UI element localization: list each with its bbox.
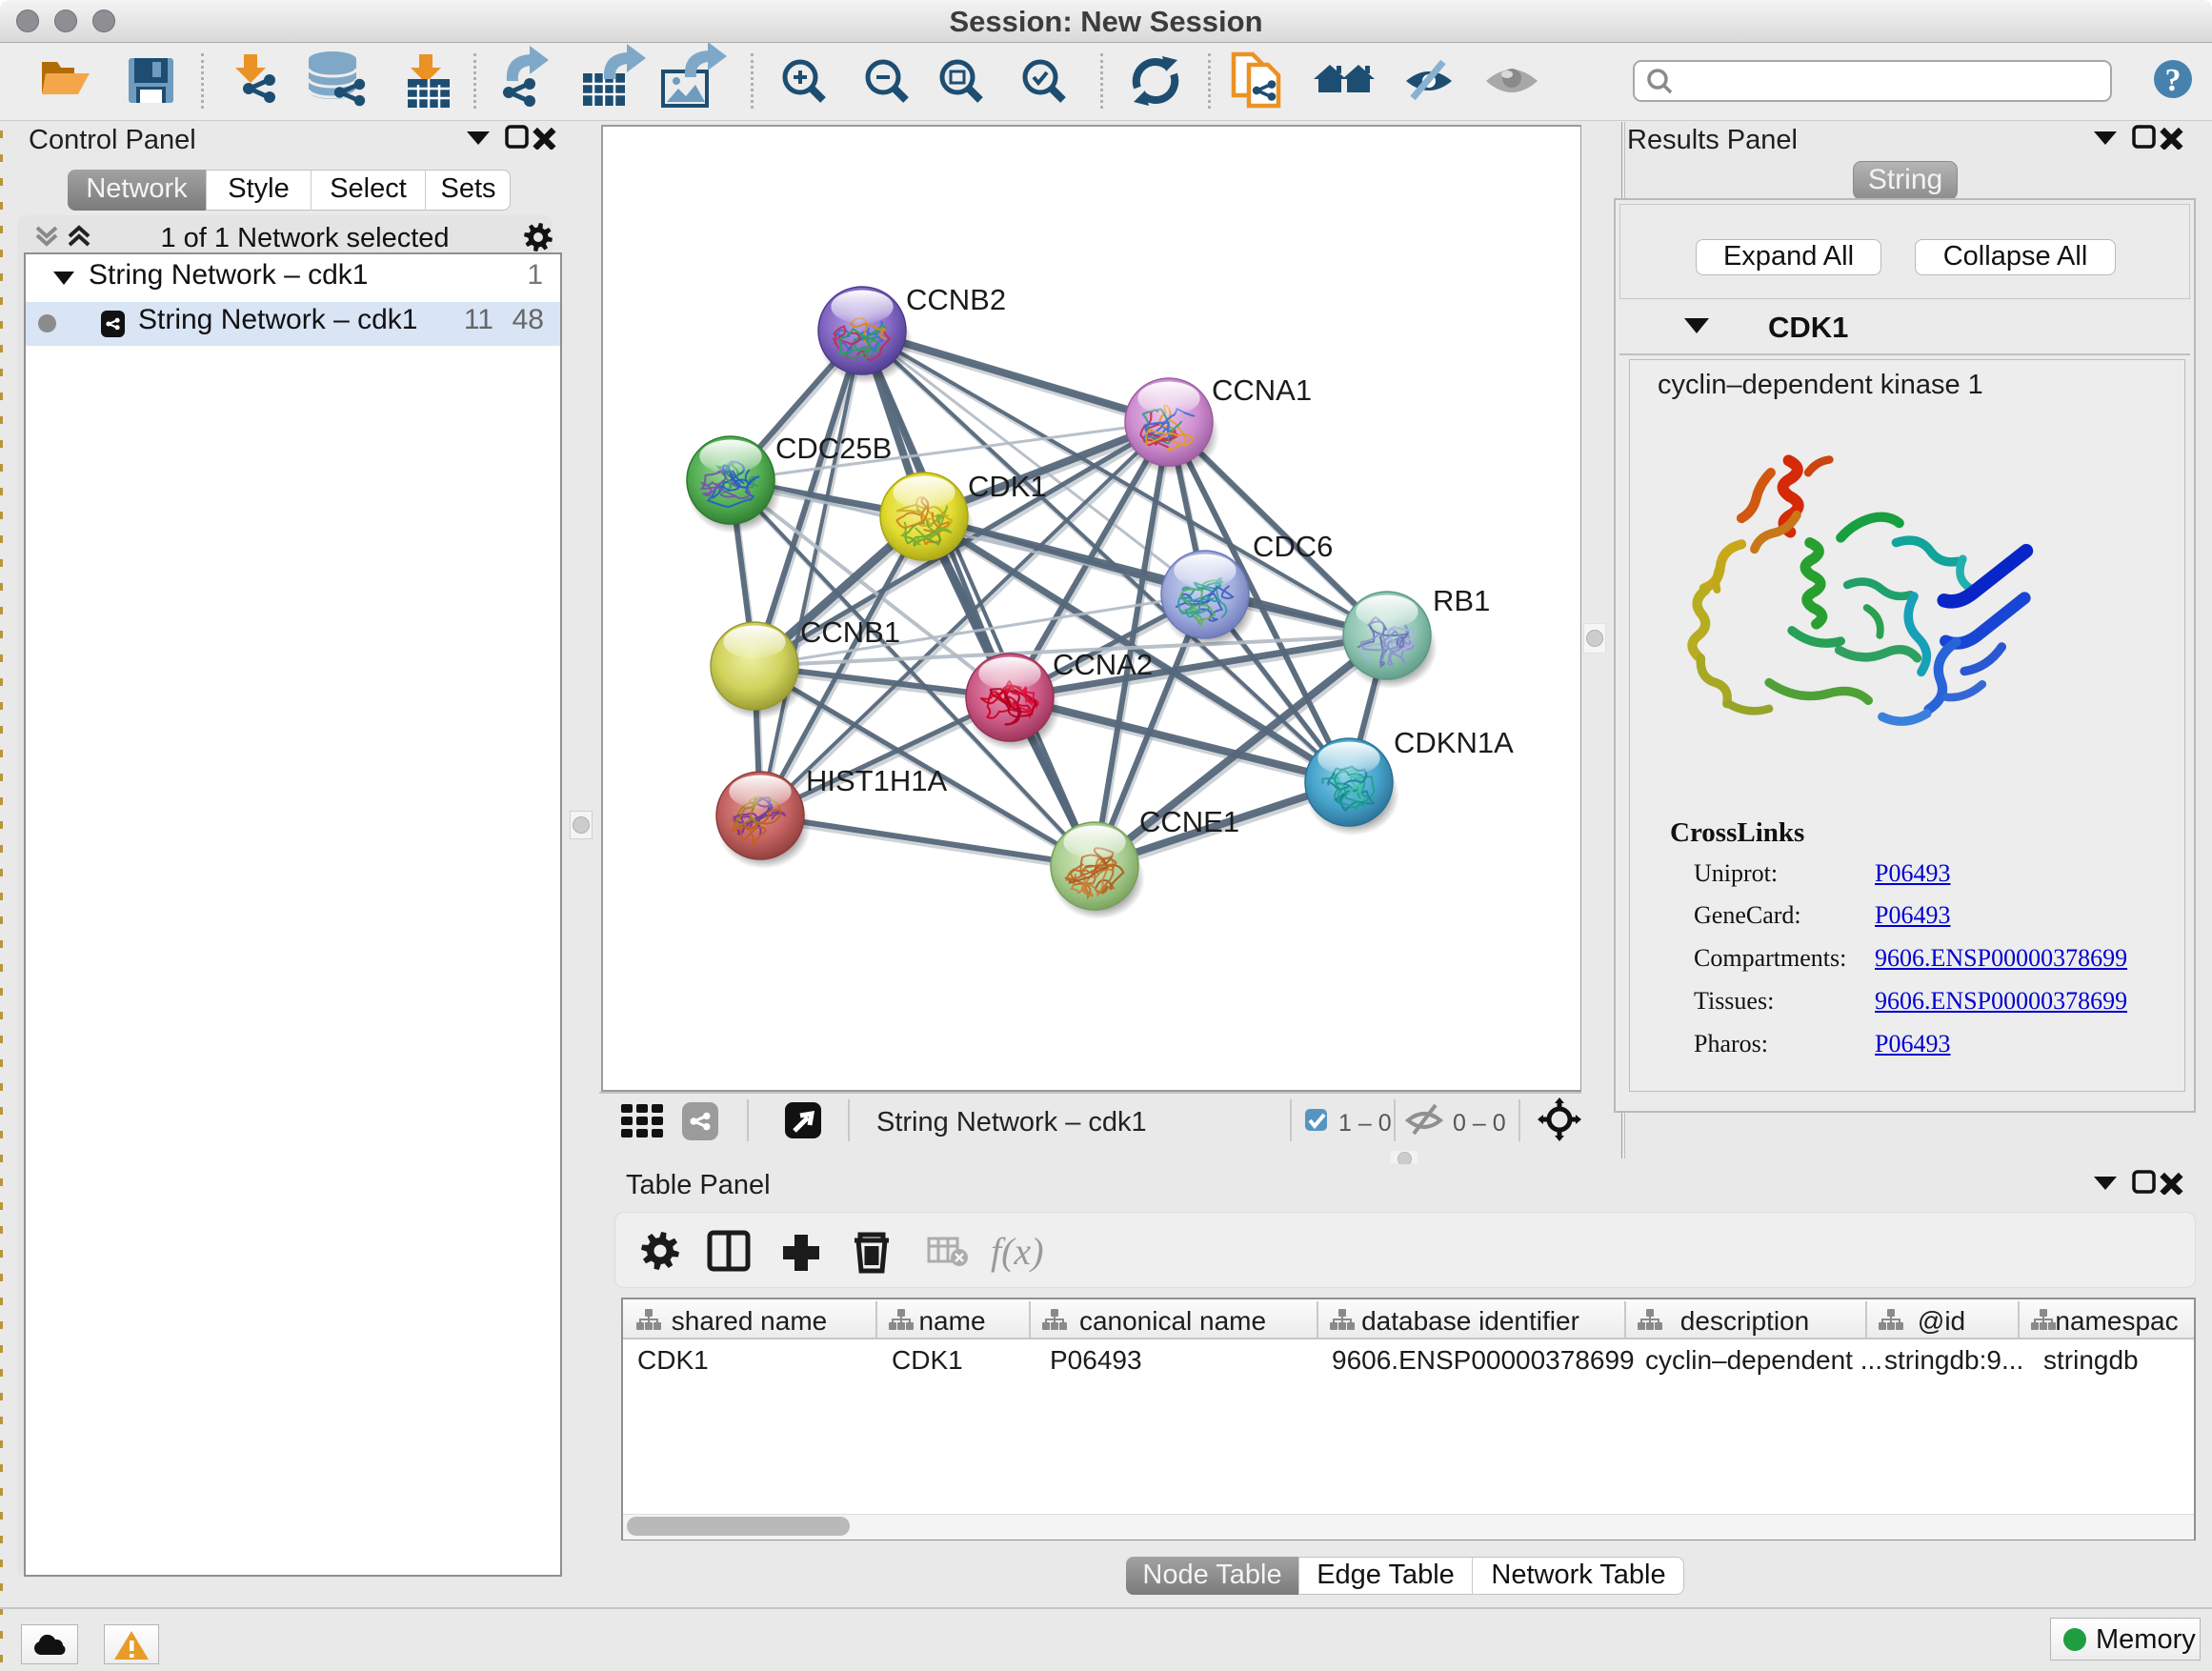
svg-text:RB1: RB1 — [1433, 584, 1490, 617]
svg-text:CDC6: CDC6 — [1253, 530, 1333, 563]
svg-text:CCNB2: CCNB2 — [906, 283, 1006, 316]
svg-text:CCNE1: CCNE1 — [1139, 805, 1239, 838]
svg-text:1 – 0: 1 – 0 — [1338, 1110, 1392, 1137]
svg-text:CDC25B: CDC25B — [775, 432, 892, 465]
svg-text:f(x): f(x) — [991, 1230, 1044, 1273]
svg-text:CCNB1: CCNB1 — [800, 615, 900, 649]
svg-text:0 – 0: 0 – 0 — [1453, 1110, 1506, 1137]
svg-text:HIST1H1A: HIST1H1A — [806, 764, 947, 797]
svg-text:String Network – cdk1: String Network – cdk1 — [876, 1107, 1147, 1137]
svg-text:CCNA2: CCNA2 — [1053, 648, 1153, 681]
svg-text:?: ? — [2165, 63, 2182, 98]
svg-text:CDK1: CDK1 — [968, 470, 1047, 503]
svg-text:CCNA1: CCNA1 — [1212, 373, 1312, 407]
svg-text:CDKN1A: CDKN1A — [1394, 726, 1514, 759]
